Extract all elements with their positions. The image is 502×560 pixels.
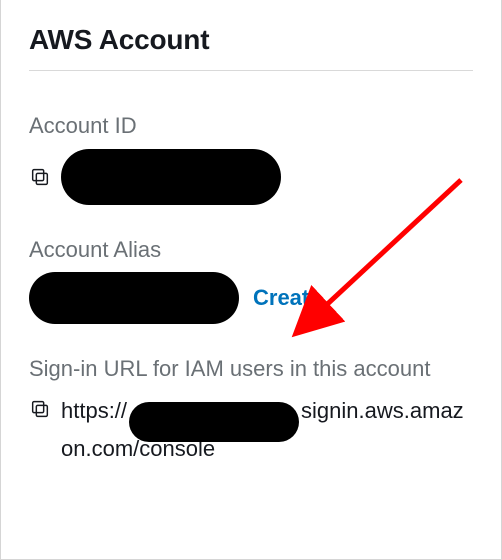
panel-title: AWS Account <box>29 24 473 56</box>
account-alias-value-redacted <box>29 272 239 324</box>
signin-url-value: https://signin.aws.amazon.com/console <box>61 392 473 466</box>
account-id-value-redacted <box>61 149 281 205</box>
create-alias-link[interactable]: Create <box>253 285 321 311</box>
signin-url-label: Sign-in URL for IAM users in this accoun… <box>29 354 473 384</box>
account-alias-row: Create <box>29 272 473 324</box>
copy-icon[interactable] <box>29 398 51 420</box>
account-id-row <box>29 149 473 205</box>
copy-icon[interactable] <box>29 166 51 188</box>
aws-account-panel: AWS Account Account ID Account Alias Cre… <box>0 0 502 560</box>
account-id-label: Account ID <box>29 111 473 141</box>
signin-url-prefix: https:// <box>61 398 127 423</box>
divider <box>29 70 473 71</box>
signin-url-row: https://signin.aws.amazon.com/console <box>29 392 473 466</box>
account-alias-label: Account Alias <box>29 235 473 265</box>
signin-url-mid-redacted <box>129 402 299 442</box>
